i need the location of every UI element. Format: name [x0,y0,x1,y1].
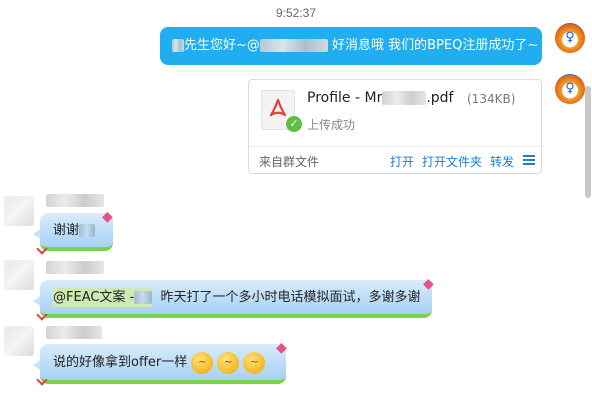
card-divider [249,146,541,147]
menu-icon[interactable] [523,155,535,165]
incoming-message-bubble[interactable]: @FEAC文案 - 昨天打了一个多小时电话模拟面试，多谢多谢 [33,280,432,318]
upload-success-check-icon: ✓ [286,116,302,132]
redacted-name [134,291,153,304]
outgoing-message-bubble[interactable]: 先生您好~@ 好消息哦 我们的BPEQ注册成功了~ [160,27,542,65]
chat-timestamp: 9:52:37 [275,6,317,20]
open-folder-link[interactable]: 打开文件夹 [422,153,482,170]
message-text: 谢谢 [53,223,80,238]
self-avatar[interactable]: ♀ [555,23,585,53]
kite-icon: ◆ [276,340,287,356]
sender-avatar[interactable] [4,260,34,290]
drooling-face-emoji-icon: ~ [217,351,240,374]
file-card[interactable]: ✓ Profile - Mr .pdf (134KB) 上传成功 来自群文件 打开… [248,79,542,174]
forward-link[interactable]: 转发 [490,153,514,170]
avatar-logo-icon: ♀ [565,81,575,96]
file-size: (134KB) [467,92,516,106]
redacted-name [172,39,184,52]
sender-name [46,261,104,274]
file-name[interactable]: Profile - Mr .pdf [307,90,453,106]
message-text: 说的好像拿到offer一样 [53,355,188,370]
mention-tag[interactable]: @FEAC文案 - [53,288,153,307]
sender-avatar[interactable] [4,326,34,356]
open-file-link[interactable]: 打开 [390,153,414,170]
file-source-label: 来自群文件 [259,155,320,169]
redacted-filename [382,91,427,105]
drooling-face-emoji-icon: ~ [243,351,266,374]
kite-icon: ◆ [423,276,434,292]
avatar-logo-icon: ♀ [565,30,575,45]
scrollbar[interactable] [585,86,591,198]
self-avatar[interactable]: ♀ [555,74,585,104]
upload-status: 上传成功 [307,118,356,132]
drooling-face-emoji-icon: ~ [191,351,214,374]
redacted-mention [259,39,328,52]
sender-avatar[interactable] [4,196,34,226]
outgoing-text-part2: 好消息哦 我们的BPEQ注册成功了~ [332,38,539,53]
sender-name [46,326,102,339]
sender-name [46,194,104,207]
message-text: 昨天打了一个多小时电话模拟面试，多谢多谢 [160,290,421,305]
outgoing-text-part1: 先生您好~@ [184,38,260,53]
redacted-name [79,224,96,237]
kite-icon: ◆ [102,209,113,225]
incoming-message-bubble[interactable]: 说的好像拿到offer一样 ~ ~ ~ [33,344,286,384]
